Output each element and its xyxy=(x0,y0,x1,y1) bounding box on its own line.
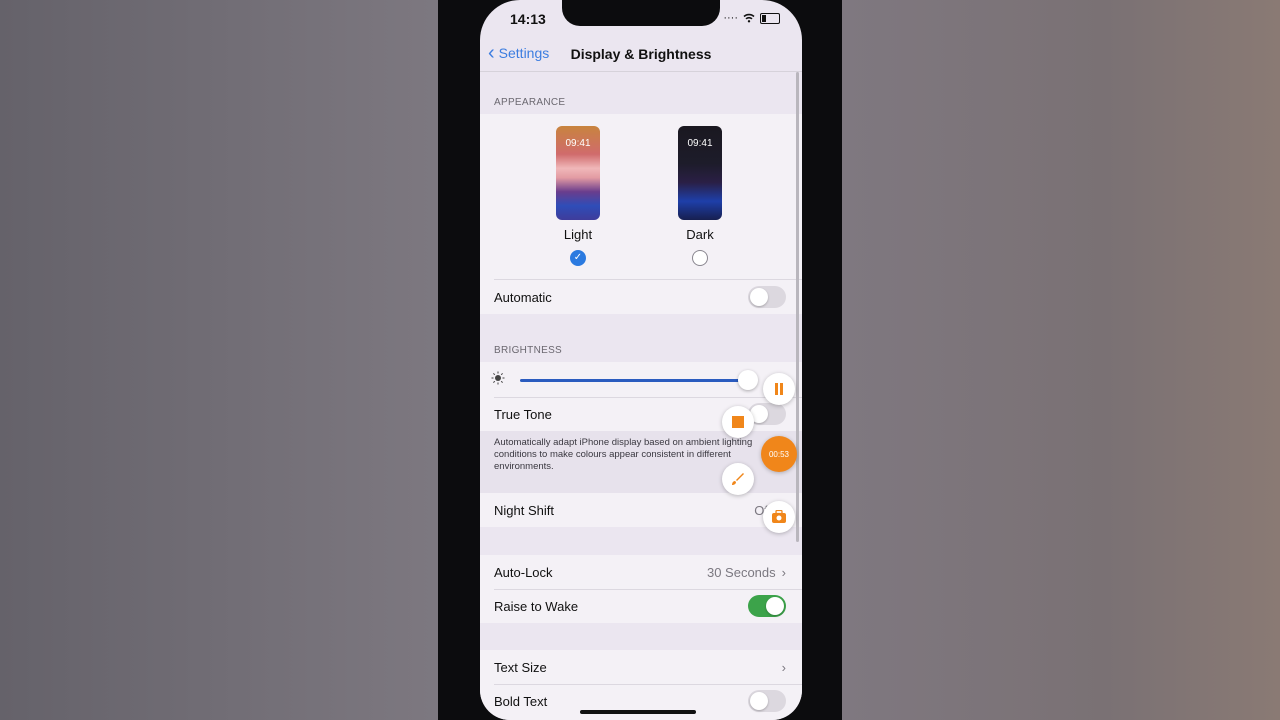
dark-theme-preview[interactable]: 09:41 xyxy=(678,126,722,220)
stop-recording-button[interactable] xyxy=(722,406,754,438)
true-tone-footer: Automatically adapt iPhone display based… xyxy=(480,431,802,493)
auto-lock-value-wrap: 30 Seconds › xyxy=(707,565,786,580)
page-title: Display & Brightness xyxy=(570,46,712,62)
raise-to-wake-label: Raise to Wake xyxy=(494,598,579,614)
wifi-icon xyxy=(743,13,755,23)
appearance-group: 09:41 09:41 Light Dark ✓ Automatic xyxy=(480,114,802,314)
true-tone-row[interactable]: True Tone xyxy=(480,397,802,431)
navigation-bar: ‹ Settings Display & Brightness xyxy=(480,36,802,72)
brightness-slider-knob[interactable] xyxy=(738,370,758,390)
notch xyxy=(562,0,720,26)
night-shift-row[interactable]: Night Shift Of xyxy=(480,493,802,527)
phone-screen: 14:13 ···· ‹ Settings Display & Brightne… xyxy=(480,0,802,720)
night-shift-label: Night Shift xyxy=(494,502,554,518)
automatic-toggle[interactable] xyxy=(748,286,786,308)
section-header-appearance: APPEARANCE xyxy=(494,97,566,108)
bold-text-toggle[interactable] xyxy=(748,690,786,712)
toolbox-icon xyxy=(772,510,786,523)
recording-timer[interactable]: 00:53 xyxy=(761,436,797,472)
bold-text-label: Bold Text xyxy=(494,693,548,709)
light-theme-preview[interactable]: 09:41 xyxy=(556,126,600,220)
true-tone-label: True Tone xyxy=(494,406,552,422)
nav-divider xyxy=(480,71,802,72)
brightness-slider[interactable] xyxy=(520,379,740,382)
light-radio[interactable]: ✓ xyxy=(570,250,586,266)
light-preview-time: 09:41 xyxy=(565,138,591,149)
dark-label: Dark xyxy=(686,227,714,242)
true-tone-description: Automatically adapt iPhone display based… xyxy=(494,437,753,472)
pause-recording-button[interactable] xyxy=(763,373,795,405)
lock-group: Auto-Lock 30 Seconds › Raise to Wake xyxy=(480,555,802,623)
automatic-label: Automatic xyxy=(494,289,552,305)
dark-radio[interactable] xyxy=(692,250,708,266)
light-label: Light xyxy=(563,227,593,242)
stop-icon xyxy=(732,416,744,428)
auto-lock-label: Auto-Lock xyxy=(494,564,553,580)
battery-icon xyxy=(760,12,780,24)
status-icons: ···· xyxy=(723,12,780,24)
signal-icon: ···· xyxy=(723,12,738,24)
brush-tool-button[interactable] xyxy=(722,463,754,495)
chevron-right-icon: › xyxy=(781,564,786,580)
auto-lock-row[interactable]: Auto-Lock 30 Seconds › xyxy=(480,555,802,589)
auto-lock-value: 30 Seconds xyxy=(706,564,776,580)
text-size-label: Text Size xyxy=(494,659,547,675)
toolbox-button[interactable] xyxy=(763,501,795,533)
automatic-row[interactable]: Automatic xyxy=(480,280,802,314)
raise-to-wake-row[interactable]: Raise to Wake xyxy=(480,589,802,623)
home-indicator[interactable] xyxy=(580,710,696,714)
section-header-brightness: BRIGHTNESS xyxy=(494,345,563,356)
scrollbar[interactable] xyxy=(796,72,799,542)
night-shift-group: Night Shift Of xyxy=(480,493,802,527)
text-size-row[interactable]: Text Size › xyxy=(480,650,802,684)
background-left xyxy=(0,0,438,720)
status-time: 14:13 xyxy=(510,11,546,27)
chevron-right-icon: › xyxy=(781,659,786,675)
dark-preview-time: 09:41 xyxy=(687,138,713,149)
pause-icon xyxy=(775,383,783,395)
brush-icon xyxy=(732,473,744,485)
raise-to-wake-toggle[interactable] xyxy=(748,595,786,617)
sun-small-icon xyxy=(491,371,505,385)
background-right xyxy=(842,0,1280,720)
